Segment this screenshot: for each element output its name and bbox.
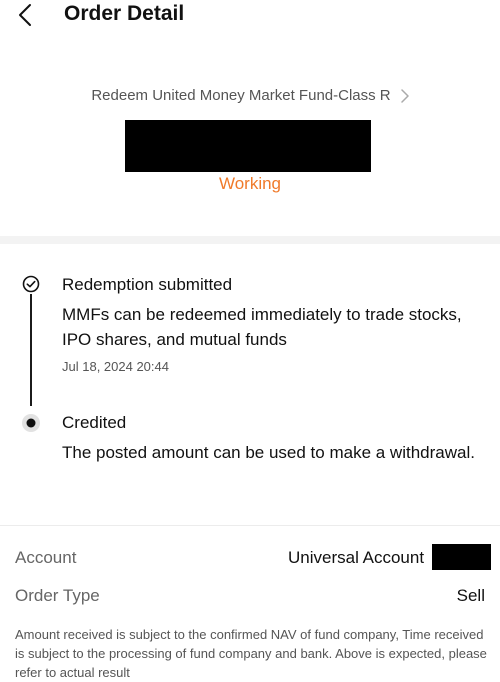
redacted-account-number (432, 544, 491, 570)
chevron-right-icon (400, 88, 409, 103)
order-type-value: Sell (456, 586, 485, 605)
redacted-amount (125, 120, 371, 172)
page-title: Order Detail (64, 2, 185, 25)
timeline-step-description: MMFs can be redeemed immediately to trad… (62, 305, 462, 349)
timeline-connector (30, 294, 32, 406)
pending-dot-icon (22, 414, 40, 432)
order-type-label: Order Type (15, 586, 100, 605)
disclaimer-text: Amount received is subject to the confir… (15, 627, 487, 680)
back-button[interactable] (12, 0, 38, 30)
product-name: Redeem United Money Market Fund-Class R (91, 87, 391, 104)
divider (0, 525, 500, 526)
account-value: Universal Account (288, 548, 425, 567)
section-separator (0, 236, 500, 244)
chevron-left-icon (19, 4, 31, 26)
product-link[interactable]: Redeem United Money Market Fund-Class R (0, 87, 500, 104)
account-label: Account (15, 548, 77, 567)
timeline-step-title: Credited (62, 413, 127, 432)
timeline-step-time: Jul 18, 2024 20:44 (62, 359, 169, 374)
timeline-step-title: Redemption submitted (62, 275, 233, 294)
check-circle-icon (22, 275, 40, 293)
header: Order Detail (0, 0, 500, 34)
order-status: Working (218, 174, 282, 193)
timeline-step-description: The posted amount can be used to make a … (62, 443, 475, 462)
